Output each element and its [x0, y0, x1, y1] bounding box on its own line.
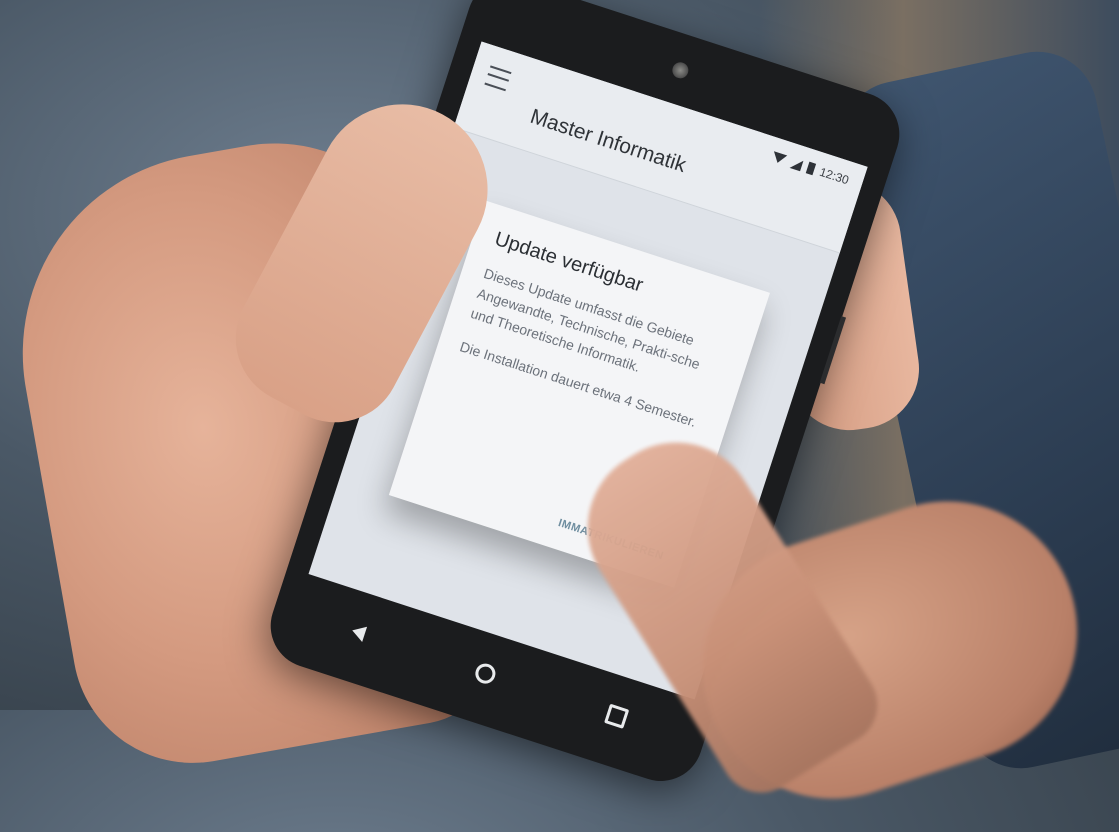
- home-icon[interactable]: [473, 661, 499, 687]
- app-title: Master Informatik: [527, 104, 689, 177]
- back-icon[interactable]: [349, 622, 367, 642]
- wifi-icon: [770, 151, 788, 166]
- signal-icon: [789, 156, 804, 171]
- front-camera: [670, 60, 691, 81]
- battery-icon: [805, 161, 817, 176]
- status-time: 12:30: [817, 164, 851, 188]
- recents-icon[interactable]: [604, 703, 630, 729]
- menu-icon[interactable]: [484, 65, 512, 92]
- status-bar: 12:30: [770, 149, 851, 188]
